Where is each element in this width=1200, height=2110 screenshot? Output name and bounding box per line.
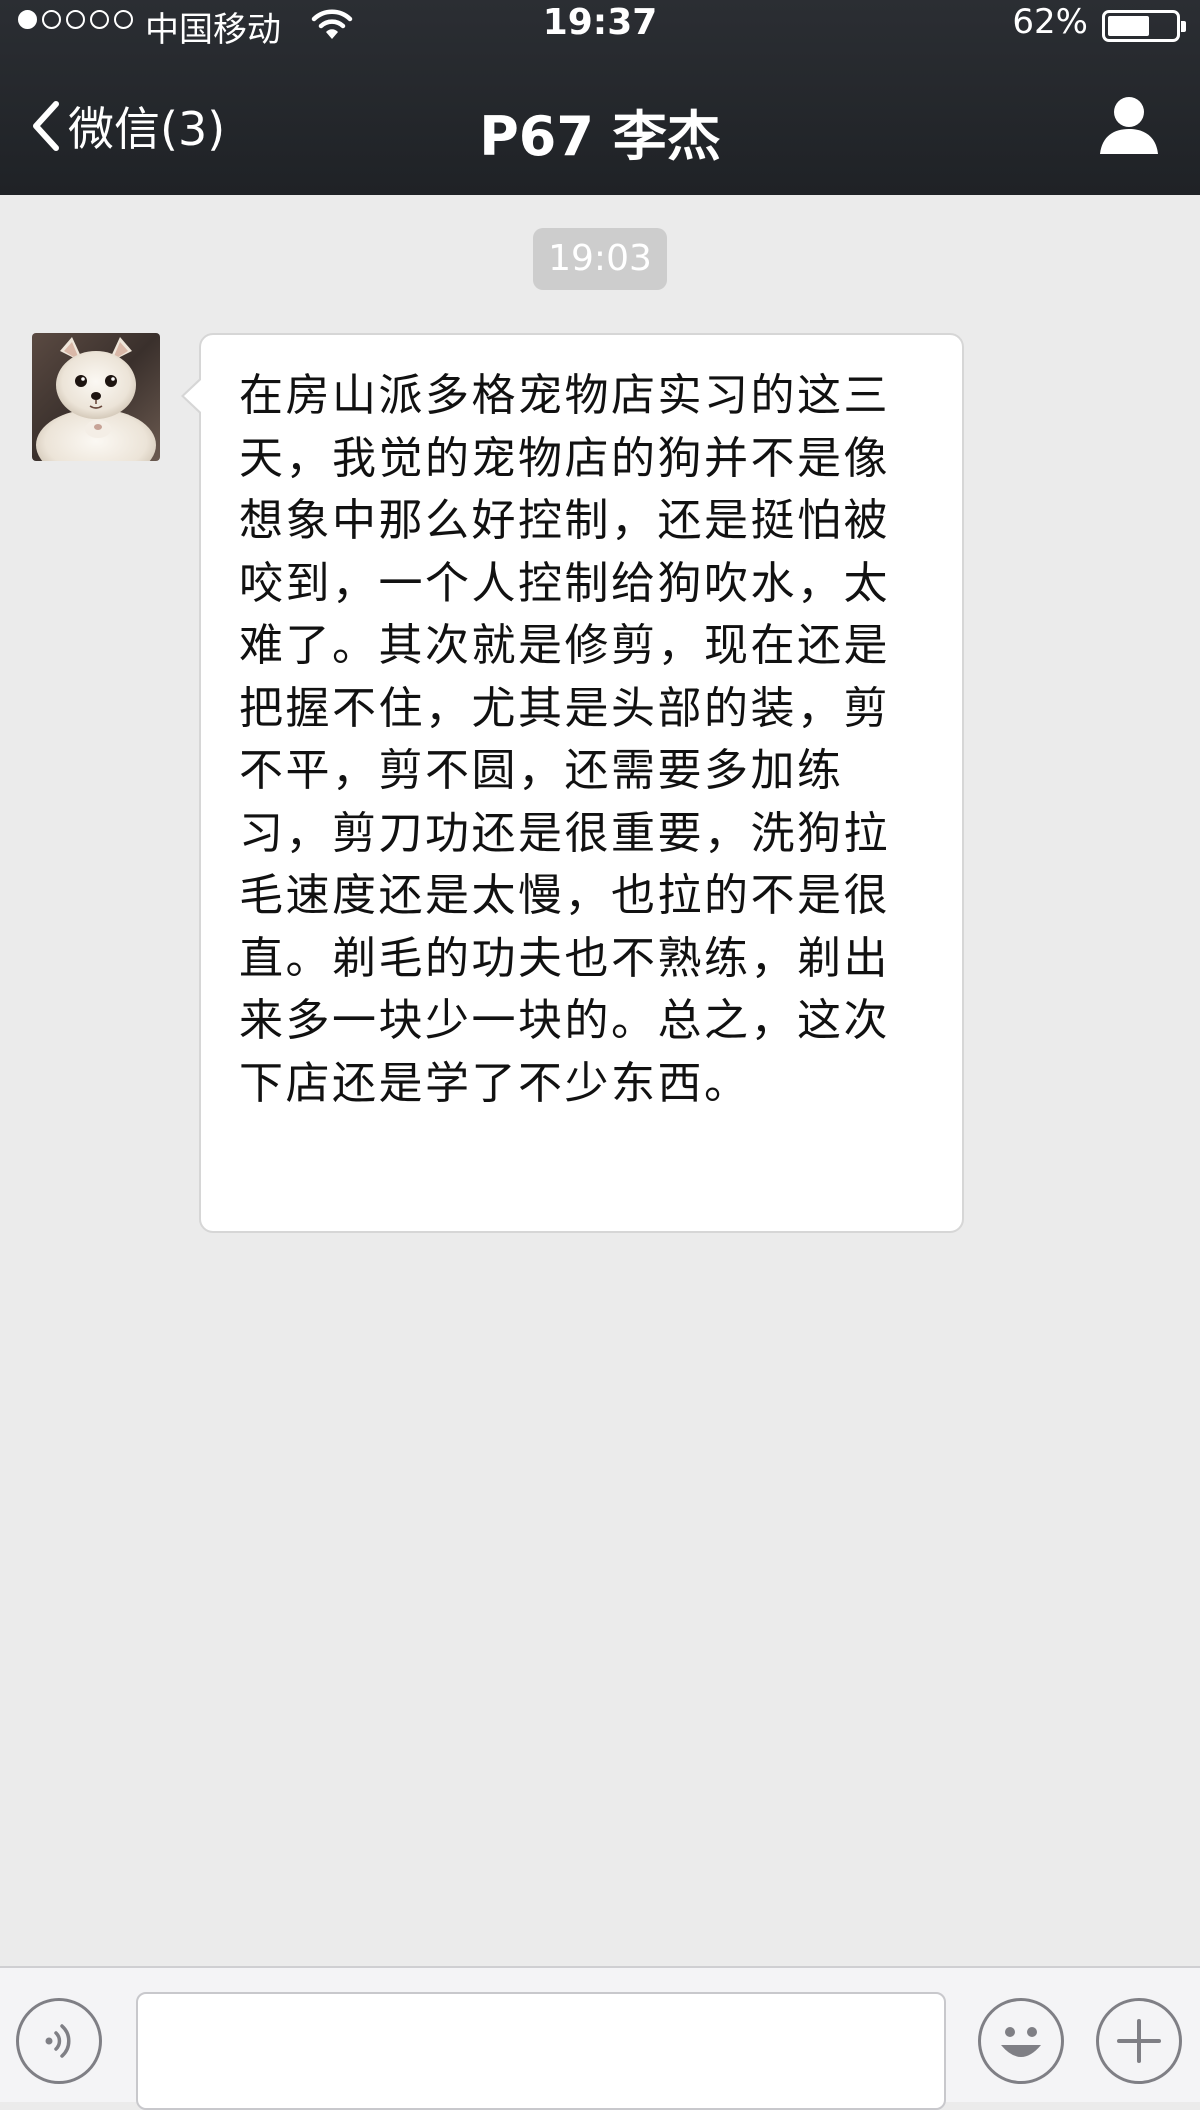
battery-icon — [1102, 10, 1186, 42]
emoji-button[interactable] — [978, 1998, 1064, 2084]
chat-title: P67 李杰 — [479, 105, 721, 168]
battery-fill — [1108, 16, 1149, 36]
voice-icon — [19, 2001, 99, 2081]
message-timestamp: 19:03 — [533, 228, 667, 290]
plus-icon — [1099, 2001, 1179, 2081]
voice-button[interactable] — [16, 1998, 102, 2084]
top-bar: 中国移动 19:37 62% 微信(3) P67 李杰 — [0, 0, 1200, 195]
dog-avatar-icon — [32, 333, 160, 461]
sender-avatar[interactable] — [32, 333, 160, 461]
battery-nub — [1181, 21, 1186, 32]
status-bar: 中国移动 19:37 62% — [0, 0, 1200, 50]
battery-percent: 62% — [1012, 2, 1088, 42]
input-bar — [0, 1966, 1200, 2110]
emoji-icon — [981, 2001, 1061, 2081]
more-button[interactable] — [1096, 1998, 1182, 2084]
message-input[interactable] — [136, 1992, 946, 2110]
contact-profile-button[interactable] — [1096, 92, 1162, 158]
bubble-tail-fill — [184, 380, 201, 412]
message-bubble[interactable]: 在房山派多格宠物店实习的这三天，我觉的宠物店的狗并不是像想象中那么好控制，还是挺… — [199, 333, 964, 1233]
message-text: 在房山派多格宠物店实习的这三天，我觉的宠物店的狗并不是像想象中那么好控制，还是挺… — [239, 370, 890, 1109]
person-icon — [1096, 92, 1162, 158]
